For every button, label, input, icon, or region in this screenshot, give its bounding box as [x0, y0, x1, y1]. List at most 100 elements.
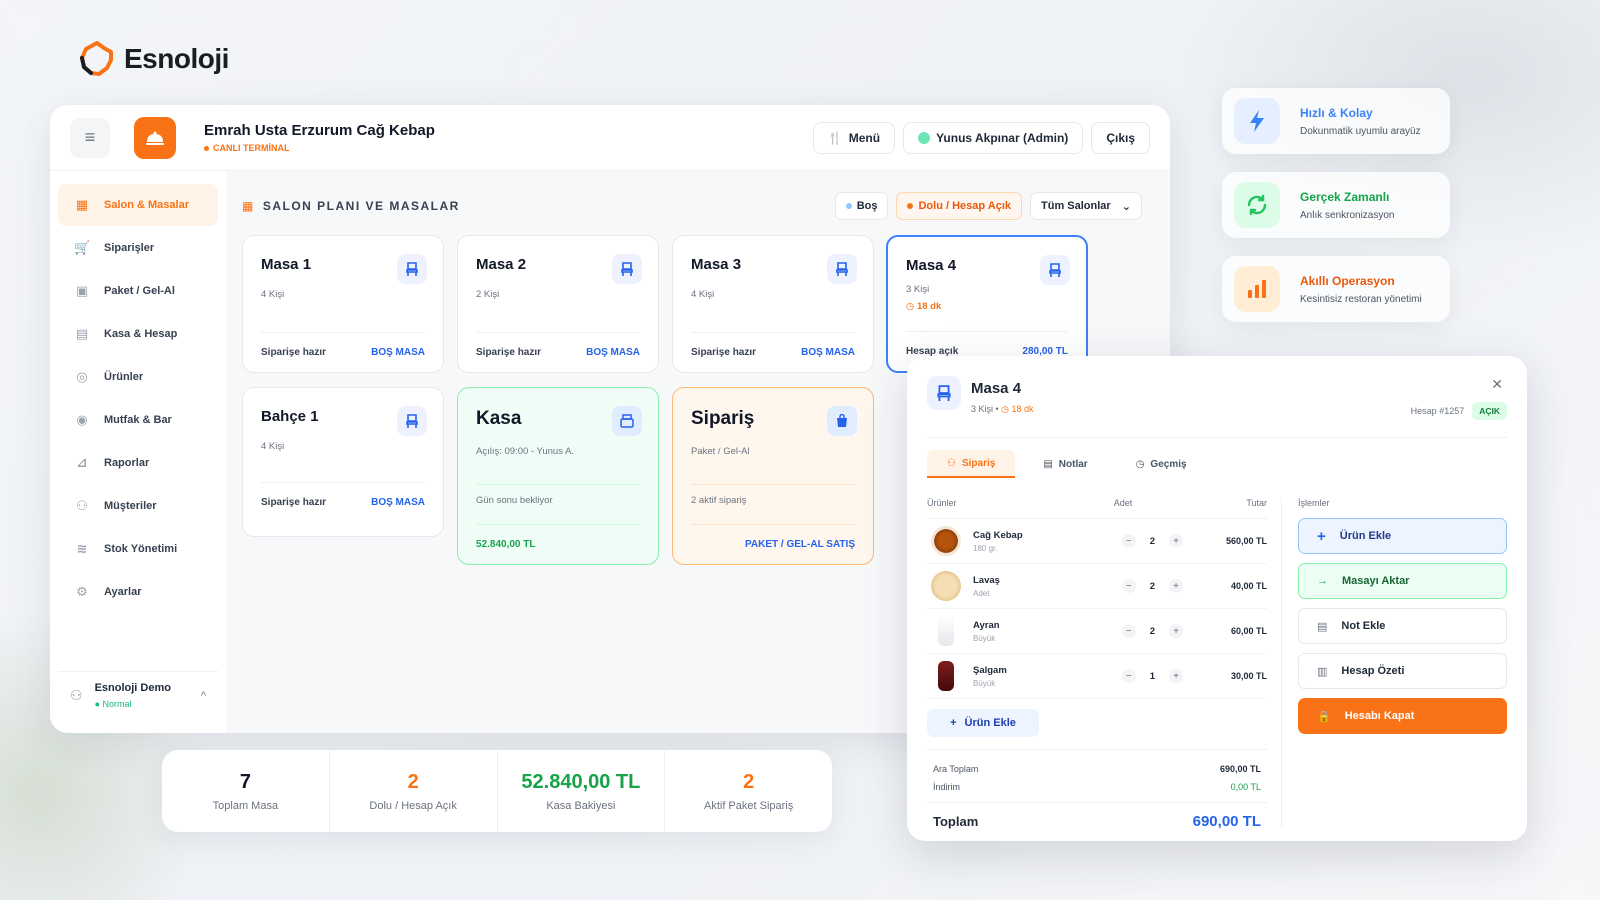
sidebar: ▦ Salon & Masalar 🛒 Siparişler ▣ Paket / Ge… [50, 171, 226, 733]
stats-bar: 7 Toplam Masa 2 Dolu / Hesap Açık 52.840,0… [162, 750, 832, 832]
hamburger-menu-icon[interactable]: ≡ [70, 117, 110, 158]
lightning-icon [1234, 98, 1280, 144]
register-amount: 52.840,00 TL [476, 539, 536, 550]
chart-icon: ⊿ [76, 455, 88, 470]
sidebar-item-stock[interactable]: ≋ Stok Yönetimi [58, 528, 218, 570]
table-timer: ◷ 18 dk [906, 301, 942, 312]
tab-history[interactable]: ◷ Geçmiş [1116, 450, 1207, 478]
filter-empty[interactable]: Boş [834, 192, 889, 220]
sidebar-user-name: Esnoloji Demo [94, 682, 171, 694]
order-row: Ayran Büyük −2 + 60,00 TL [927, 609, 1267, 654]
sidebar-item-takeaway[interactable]: ▣ Paket / Gel-Al [58, 270, 218, 312]
register-opening: Açılış: 09:00 - Yunus A. [476, 446, 575, 457]
order-row: Lavaş Adet −2 + 40,00 TL [927, 564, 1267, 609]
close-icon[interactable]: ✕ [1491, 376, 1503, 393]
cutlery-icon: 🍴 [827, 130, 843, 145]
register-card[interactable]: Kasa Açılış: 09:00 - Yunus A. Gün sonu b… [457, 387, 659, 565]
stat-register-balance: 52.840,00 TL Kasa Bakiyesi [498, 750, 666, 832]
table-state: Siparişe hazır [261, 497, 327, 508]
transfer-table-button[interactable]: → Masayı Aktar [1298, 563, 1507, 599]
sync-icon [1234, 182, 1280, 228]
table-status: BOŞ MASA [371, 497, 425, 508]
top-bar: ≡ Emrah Usta Erzurum Cağ Kebap CANLI TER… [50, 105, 1170, 171]
products-icon: ◎ [76, 369, 88, 384]
increase-button[interactable]: + [1169, 624, 1183, 638]
chair-icon [397, 254, 427, 284]
register-note: Gün sonu bekliyor [476, 484, 640, 506]
note-icon: ▤ [1317, 620, 1328, 633]
sidebar-item-products[interactable]: ◎ Ürünler [58, 356, 218, 398]
panel-meta: 3 Kişi • ◷ 18 dk [971, 404, 1034, 414]
bill-summary-button[interactable]: ▥ Hesap Özeti [1298, 653, 1507, 689]
decrease-button[interactable]: − [1121, 669, 1136, 683]
table-capacity: 2 Kişi [476, 289, 500, 300]
table-card-3[interactable]: Masa 3 4 Kişi Siparişe hazır BOŞ MASA [672, 235, 874, 373]
feature-card-smart: Akıllı Operasyon Kesintisiz restoran yöne… [1222, 256, 1450, 322]
filter-busy[interactable]: Dolu / Hesap Açık [896, 192, 1022, 220]
sidebar-item-reports[interactable]: ⊿ Raporlar [58, 442, 218, 484]
sidebar-item-salon[interactable]: ▦ Salon & Masalar [58, 184, 218, 226]
table-status: BOŞ MASA [586, 347, 640, 358]
decrease-button[interactable]: − [1121, 534, 1136, 548]
add-note-button[interactable]: ▤ Not Ekle [1298, 608, 1507, 644]
add-product-button[interactable]: + Ürün Ekle [927, 709, 1039, 737]
operations-panel: İşlemler + Ürün Ekle → Masayı Aktar ▤ Not E… [1281, 498, 1507, 828]
order-row: Şalgam Büyük −1 + 30,00 TL [927, 654, 1267, 699]
gear-icon: ⚙ [76, 584, 88, 599]
table-state: Siparişe hazır [476, 347, 542, 358]
user-button[interactable]: Yunus Akpınar (Admin) [903, 121, 1084, 154]
increase-button[interactable]: + [1169, 669, 1183, 683]
sidebar-item-orders[interactable]: 🛒 Siparişler [58, 227, 218, 269]
sidebar-user-status: ● Normal [94, 699, 132, 709]
menu-button[interactable]: 🍴 Menü [812, 121, 896, 154]
feature-card-realtime: Gerçek Zamanlı Anlık senkronizasyon [1222, 172, 1450, 238]
table-capacity: 3 Kişi [906, 284, 930, 295]
lock-icon: 🔒 [1317, 710, 1331, 723]
tab-order[interactable]: ⚇ Sipariş [927, 450, 1016, 478]
stat-busy-tables: 2 Dolu / Hesap Açık [330, 750, 498, 832]
sidebar-user[interactable]: ⚇ Esnoloji Demo ● Normal ^ [58, 671, 218, 719]
chair-icon [612, 254, 642, 284]
chair-icon [827, 254, 857, 284]
plus-icon: + [950, 717, 957, 729]
add-product-op-button[interactable]: + Ürün Ekle [1298, 518, 1507, 554]
order-count: 2 aktif sipariş [691, 484, 855, 506]
decrease-button[interactable]: − [1121, 624, 1136, 638]
increase-button[interactable]: + [1169, 579, 1183, 593]
tab-notes[interactable]: ▤ Notlar [1023, 450, 1107, 478]
decrease-button[interactable]: − [1121, 579, 1136, 593]
table-state: Siparişe hazır [261, 347, 327, 358]
order-tab-icon: ⚇ [947, 457, 956, 469]
increase-button[interactable]: + [1169, 534, 1183, 548]
account-number: Hesap #1257 [1410, 406, 1465, 416]
layers-icon: ≋ [76, 541, 88, 556]
close-bill-button[interactable]: 🔒 Hesabı Kapat [1298, 698, 1507, 734]
bar-chart-icon [1234, 266, 1280, 312]
sidebar-item-settings[interactable]: ⚙ Ayarlar [58, 571, 218, 613]
status-badge: AÇIK [1472, 402, 1507, 420]
arrow-right-icon: → [1317, 575, 1328, 587]
chair-icon [1040, 255, 1070, 285]
table-capacity: 4 Kişi [691, 289, 715, 300]
table-detail-panel: Masa 4 3 Kişi • ◷ 18 dk ✕ Hesap #1257 AÇI… [907, 356, 1527, 841]
table-status: BOŞ MASA [371, 347, 425, 358]
order-table: Ürünler Adet Tutar Cağ Kebap 180 gr. −2 + … [927, 498, 1267, 830]
sidebar-item-kitchen[interactable]: ◉ Mutfak & Bar [58, 399, 218, 441]
ayran-thumbnail [938, 616, 954, 646]
panel-title: Masa 4 [971, 380, 1022, 397]
chevron-up-icon: ^ [200, 689, 206, 702]
table-card-2[interactable]: Masa 2 2 Kişi Siparişe hazır BOŞ MASA [457, 235, 659, 373]
brand-name: Esnoloji [124, 43, 229, 74]
table-card-4[interactable]: Masa 4 3 Kişi ◷ 18 dk Hesap açık 280,00 T… [886, 235, 1088, 373]
sidebar-item-register[interactable]: ▤ Kasa & Hesap [58, 313, 218, 355]
salon-select[interactable]: Tüm Salonlar ⌄ [1030, 192, 1142, 220]
table-card-1[interactable]: Masa 1 4 Kişi Siparişe hazır BOŞ MASA [242, 235, 444, 373]
takeaway-sale-link[interactable]: PAKET / GEL-AL SATIŞ [745, 539, 855, 550]
order-card[interactable]: Sipariş Paket / Gel-Al 2 aktif sipariş P… [672, 387, 874, 565]
chevron-down-icon: ⌄ [1121, 200, 1131, 213]
table-card-garden-1[interactable]: Bahçe 1 4 Kişi Siparişe hazır BOŞ MASA [242, 387, 444, 537]
register-icon: ▤ [75, 326, 89, 341]
sidebar-item-customers[interactable]: ⚇ Müşteriler [58, 485, 218, 527]
online-status-icon [918, 131, 931, 144]
logout-button[interactable]: Çıkış [1091, 121, 1150, 154]
